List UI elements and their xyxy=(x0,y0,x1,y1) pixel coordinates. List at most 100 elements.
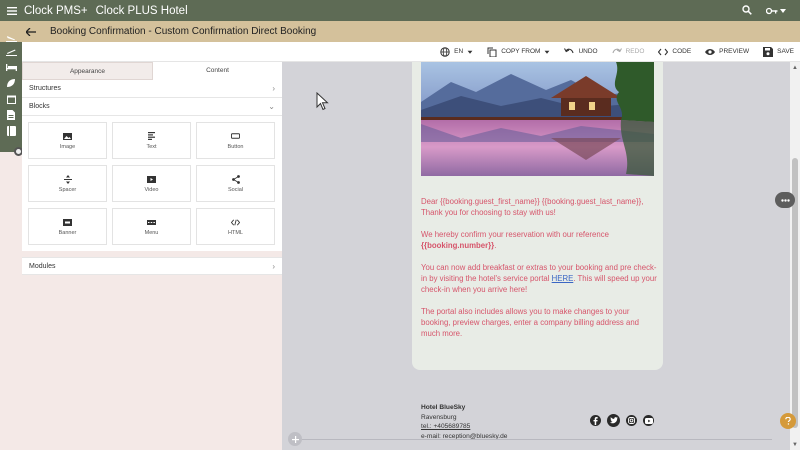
departures-plane-icon[interactable] xyxy=(4,45,18,59)
scroll-down-arrow-icon[interactable]: ▼ xyxy=(792,442,798,448)
panel-tabs: Appearance Content xyxy=(22,62,282,80)
block-html[interactable]: HTML xyxy=(196,208,275,245)
redo-icon xyxy=(612,47,622,53)
code-button[interactable]: CODE xyxy=(658,47,691,57)
block-label: Banner xyxy=(58,229,77,236)
save-icon xyxy=(763,46,774,57)
block-label: Button xyxy=(227,143,244,150)
youtube-icon[interactable] xyxy=(643,415,654,426)
search-icon[interactable] xyxy=(742,2,752,20)
email-footer[interactable]: Hotel BlueSky Ravensburg tel.: +40568978… xyxy=(421,403,507,441)
block-social[interactable]: Social xyxy=(196,165,275,202)
block-spacer[interactable]: Spacer xyxy=(28,165,107,202)
block-label: HTML xyxy=(228,229,243,236)
undo-button[interactable]: UNDO xyxy=(564,47,598,57)
structures-section-header[interactable]: Structures › xyxy=(22,80,282,98)
social-icons xyxy=(590,414,654,427)
help-button[interactable] xyxy=(780,413,796,429)
page-header: Booking Confirmation - Custom Confirmati… xyxy=(0,21,800,42)
block-label: Text xyxy=(146,143,157,150)
bed-icon[interactable] xyxy=(4,60,18,74)
chevron-down-icon xyxy=(780,8,786,13)
modules-section-header[interactable]: Modules › xyxy=(22,257,282,275)
portal-link[interactable]: HERE xyxy=(552,274,574,283)
save-button[interactable]: SAVE xyxy=(763,46,794,57)
undo-label: UNDO xyxy=(578,48,598,55)
editor-toolbar: EN COPY FROM UNDO REDO CODE PREVIEW SAVE xyxy=(22,42,800,62)
footer-phone-link[interactable]: tel.: +405689785 xyxy=(421,422,507,432)
email-preview-canvas: Dear {{booking.guest_first_name}} {{book… xyxy=(282,62,790,450)
thanks-line: Thank you for choosing to stay with us! xyxy=(421,208,556,217)
chevron-down-icon xyxy=(545,50,550,54)
instagram-icon[interactable] xyxy=(626,415,637,426)
language-label: EN xyxy=(454,48,464,55)
twitter-icon[interactable] xyxy=(607,414,620,427)
arrivals-plane-icon[interactable] xyxy=(4,31,18,45)
facebook-icon[interactable] xyxy=(590,415,601,426)
tab-appearance[interactable]: Appearance xyxy=(22,62,153,80)
calendar-icon[interactable] xyxy=(4,92,18,106)
chevron-down-icon xyxy=(467,50,473,54)
undo-icon xyxy=(564,47,574,53)
block-menu[interactable]: Menu xyxy=(112,208,191,245)
hotel-lake-image[interactable] xyxy=(421,62,654,176)
greeting-line: Dear {{booking.guest_first_name}} {{book… xyxy=(421,197,644,206)
copy-from-button[interactable]: COPY FROM xyxy=(487,47,550,57)
button-icon xyxy=(231,132,240,141)
block-banner[interactable]: Banner xyxy=(28,208,107,245)
confirmation-end: . xyxy=(494,241,497,250)
blocks-section-header[interactable]: Blocks ⌄ xyxy=(22,98,282,116)
block-label: Spacer xyxy=(58,186,77,193)
block-label: Image xyxy=(59,143,76,150)
app-title: Clock PMS+ xyxy=(24,4,88,17)
tab-content[interactable]: Content xyxy=(153,62,282,80)
language-selector[interactable]: EN xyxy=(440,46,473,57)
block-label: Social xyxy=(228,186,243,193)
image-icon xyxy=(63,132,72,141)
share-icon xyxy=(231,174,240,184)
confirmation-text: We hereby confirm your reservation with … xyxy=(421,230,609,239)
block-video[interactable]: Video xyxy=(112,165,191,202)
code-label: CODE xyxy=(672,48,692,55)
canvas-divider xyxy=(302,439,772,440)
preview-button[interactable]: PREVIEW xyxy=(705,47,749,57)
spacer-icon xyxy=(63,174,72,184)
hotel-name[interactable]: Clock PLUS Hotel xyxy=(96,5,188,17)
book-icon[interactable] xyxy=(4,124,18,138)
scroll-up-arrow-icon[interactable]: ▲ xyxy=(792,65,798,71)
save-label: SAVE xyxy=(777,48,794,55)
eye-icon xyxy=(705,48,716,55)
code-icon xyxy=(658,48,669,55)
side-rail xyxy=(0,35,23,450)
add-row-button[interactable] xyxy=(288,432,302,446)
chevron-down-icon: ⌄ xyxy=(268,102,275,111)
block-text[interactable]: Text xyxy=(112,122,191,159)
copy-from-label: COPY FROM xyxy=(501,48,541,55)
plus-icon xyxy=(291,435,299,443)
more-dots-icon xyxy=(780,198,790,202)
video-icon xyxy=(147,175,156,184)
more-options-button[interactable] xyxy=(775,192,795,208)
block-button[interactable]: Button xyxy=(196,122,275,159)
banner-icon xyxy=(63,218,72,227)
chevron-right-icon: › xyxy=(272,84,275,93)
booking-reference: {{booking.number}} xyxy=(421,241,495,250)
preview-scrollbar[interactable]: ▲ ▼ xyxy=(790,62,800,450)
question-icon xyxy=(785,417,791,425)
redo-button[interactable]: REDO xyxy=(612,47,644,57)
leaf-icon[interactable] xyxy=(4,76,18,90)
footer-hotel-name: Hotel BlueSky xyxy=(421,404,466,411)
mouse-cursor-icon xyxy=(316,91,329,116)
block-label: Video xyxy=(144,186,159,193)
hamburger-menu-icon[interactable] xyxy=(0,6,24,15)
block-label: Menu xyxy=(144,229,159,236)
portal-features-text: The portal also includes allows you to m… xyxy=(421,307,640,338)
email-message-text[interactable]: Dear {{booking.guest_first_name}} {{book… xyxy=(421,196,657,350)
email-body-card[interactable]: Dear {{booking.guest_first_name}} {{book… xyxy=(412,62,663,370)
block-image[interactable]: Image xyxy=(28,122,107,159)
back-arrow-icon[interactable] xyxy=(26,27,50,36)
document-icon[interactable] xyxy=(4,108,18,122)
blocks-label: Blocks xyxy=(29,103,50,110)
copy-icon xyxy=(487,47,497,57)
key-icon[interactable] xyxy=(766,7,786,15)
